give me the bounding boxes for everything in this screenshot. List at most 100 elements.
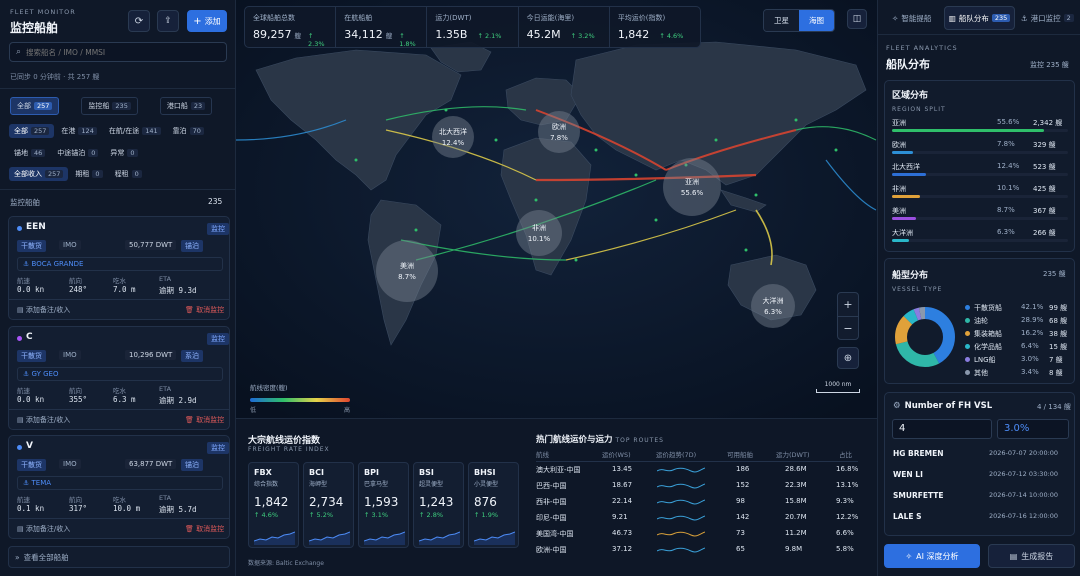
add-note-button[interactable]: ▤ 添加备注/收入 (17, 305, 70, 315)
collapse-panel-button[interactable]: ◫ (847, 9, 867, 29)
zoom-out-button[interactable]: − (838, 317, 858, 340)
unwatch-button[interactable]: 🗑 取消监控 (185, 415, 224, 425)
fh-title: ⚙ Number of FH VSL (893, 401, 993, 411)
tab-port[interactable]: 港口船 23 (159, 97, 213, 115)
sync-status: 已同步 0 分钟前 · 共 257 艘 (10, 73, 100, 81)
vessel-card[interactable]: EEN 监控 干散货 IMO 50,777 DWT 锚泊 ⚓ BOCA GRANDE 航速 0.… (8, 216, 230, 320)
stat-value: 89,257 (253, 28, 292, 41)
add-note-button[interactable]: ▤ 添加备注/收入 (17, 415, 70, 425)
tab-all[interactable]: 全部 257 (10, 97, 60, 115)
filter-all-income[interactable]: 全部收入 257 (9, 167, 69, 181)
vessel-card[interactable]: C 监控 干散货 IMO 10,296 DWT 系泊 ⚓ GY GEO 航速 0.0 kn 航向 3… (8, 326, 230, 430)
filter-anchorage[interactable]: 锚地 46 (9, 146, 50, 160)
legend-dot (965, 331, 970, 336)
fh-vessel-name[interactable]: HG BREMEN (893, 449, 944, 458)
fh-vessel-name[interactable]: WEN LI (893, 470, 923, 479)
metric-label: 航速 (17, 387, 30, 395)
filter-underway[interactable]: 在航/在途 141 (104, 124, 166, 138)
metric-label: 吃水 (113, 277, 126, 285)
view-all-vessels[interactable]: » 查看全部船舶 (8, 546, 230, 568)
route-row[interactable]: 澳大利亚-中国 13.45 186 28.6M 16.8% (236, 465, 877, 479)
search-icon: ⌕ (16, 47, 22, 57)
generate-report-button[interactable]: ▤ 生成报告 (988, 544, 1075, 568)
note-icon: ▤ (17, 525, 26, 533)
region-title: 区域分布 (892, 91, 929, 101)
stat-unit: 艘 (385, 32, 393, 40)
imo-tag: IMO (59, 350, 81, 360)
filter-abnormal[interactable]: 异常 0 (105, 146, 142, 160)
route-row[interactable]: 欧洲-中国 37.12 65 9.8M 5.8% (236, 545, 877, 559)
filter-berthed[interactable]: 靠泊 70 (168, 124, 209, 138)
metric-value: 6.3 m (113, 395, 136, 404)
stat-label: 全球船舶总数 (253, 14, 295, 22)
world-map[interactable]: 全球船舶总数 89,257 艘 ↑ 2.3% 在航船舶 34,112 艘 ↑ 1.8% 运力(D… (236, 0, 877, 418)
bar-chart-icon: ▥ (948, 13, 956, 23)
bubble-name: 北大西洋 (439, 128, 467, 136)
stat-delta: ↑ 2.1% (477, 32, 502, 40)
filter-time-charter[interactable]: 期租 0 (70, 167, 107, 181)
region-kicker: REGION SPLIT (892, 106, 946, 113)
region-bubble[interactable]: 欧洲 7.8% (538, 111, 580, 153)
search-box[interactable]: ⌕ (9, 42, 227, 62)
satellite-toggle[interactable]: 卫星 (764, 10, 799, 31)
left-panel: FLEET MONITOR 监控船舶 ⟳ ⇪ +添加 ⌕ 已同步 0 分钟前 ·… (0, 0, 236, 576)
metric-value: 355° (69, 395, 88, 404)
add-note-button[interactable]: ▤ 添加备注/收入 (17, 524, 70, 534)
type-name: 集装箱船 (974, 330, 1002, 338)
filter-voyage-charter[interactable]: 程租 0 (110, 167, 147, 181)
stat-label: 在航船舶 (344, 14, 373, 22)
bubble-name: 美洲 (400, 262, 414, 270)
trash-icon: 🗑 (185, 525, 197, 533)
region-bubble[interactable]: 大洋洲 6.3% (751, 284, 795, 328)
stat-value: 45.2M (526, 28, 561, 41)
vessel-card[interactable]: V 监控 干散货 IMO 63,877 DWT 锚泊 ⚓ TEMA 航速 0.1 kn 航向 317… (8, 435, 230, 539)
zoom-in-button[interactable]: + (838, 293, 858, 317)
sea-chart-toggle[interactable]: 海图 (799, 10, 834, 31)
unwatch-button[interactable]: 🗑 取消监控 (185, 524, 224, 534)
locate-button[interactable]: ⊕ (837, 347, 859, 369)
route-row[interactable]: 巴西-中国 18.67 152 22.3M 13.1% (236, 481, 877, 495)
route-row[interactable]: 印尼-中国 9.21 142 20.7M 12.2% (236, 513, 877, 527)
right-panel: ✧ 智能提船 ▥ 船队分布 235 ⚓ 港口监控 2 FLEET ANALYTICS 船队… (877, 0, 1080, 576)
right-tabs: ✧ 智能提船 ▥ 船队分布 235 ⚓ 港口监控 2 (882, 6, 1077, 30)
route-pct: 6.6% (836, 529, 854, 537)
vessel-type-tag: 干散货 (17, 350, 46, 362)
filter-all[interactable]: 全部 257 (9, 124, 55, 138)
status-filters-2: 锚地 46 中途锚泊 0 异常 0 (9, 146, 143, 160)
route-ships: 142 (736, 513, 750, 521)
freight-title: 大宗航线运价指数 (248, 436, 321, 446)
region-count: 2,342 艘 (1033, 119, 1063, 127)
fh-vessel-name[interactable]: LALE S (893, 512, 922, 521)
export-button[interactable]: ⇪ (157, 10, 179, 32)
region-bubble[interactable]: 非洲 10.1% (516, 210, 562, 256)
watch-label: 监控船舶 (10, 198, 40, 207)
region-bubble[interactable]: 美洲 8.7% (376, 240, 438, 302)
double-chevron-right-icon: » (15, 552, 20, 562)
filter-midway-anchor[interactable]: 中途锚泊 0 (52, 146, 103, 160)
tab-fleet-distribution[interactable]: ▥ 船队分布 235 (944, 6, 1015, 30)
region-bubble[interactable]: 北大西洋 12.4% (432, 116, 474, 158)
route-ships: 65 (736, 545, 745, 553)
column-header: 可用船舶 (727, 451, 753, 459)
region-bubble[interactable]: 亚洲 55.6% (663, 158, 721, 216)
route-name: 巴西-中国 (536, 482, 567, 490)
search-input[interactable] (26, 47, 217, 57)
ai-analysis-button[interactable]: ✧ AI 深度分析 (884, 544, 980, 568)
add-button[interactable]: + 添加 (187, 10, 227, 32)
imo-tag: IMO (59, 459, 81, 469)
route-name: 印尼-中国 (536, 514, 567, 522)
route-dwt: 11.2M (785, 529, 807, 537)
filter-in-port[interactable]: 在港 124 (56, 124, 101, 138)
fh-input[interactable]: 4 (892, 419, 992, 439)
type-pct: 3.4% (1021, 368, 1039, 376)
tab-port-monitor[interactable]: ⚓ 港口监控 2 (1018, 6, 1077, 30)
tab-watched[interactable]: 监控船 235 (81, 97, 138, 115)
fh-vessel-name[interactable]: SMURFETTE (893, 491, 944, 500)
refresh-button[interactable]: ⟳ (128, 10, 150, 32)
tab-smart-pick[interactable]: ✧ 智能提船 (882, 6, 941, 30)
region-name: 北大西洋 (892, 163, 920, 171)
route-row[interactable]: 西非-中国 22.14 98 15.8M 9.3% (236, 497, 877, 511)
unwatch-button[interactable]: 🗑 取消监控 (185, 305, 224, 315)
stat-value: 34,112 (344, 28, 383, 41)
route-row[interactable]: 美国湾-中国 46.73 73 11.2M 6.6% (236, 529, 877, 543)
